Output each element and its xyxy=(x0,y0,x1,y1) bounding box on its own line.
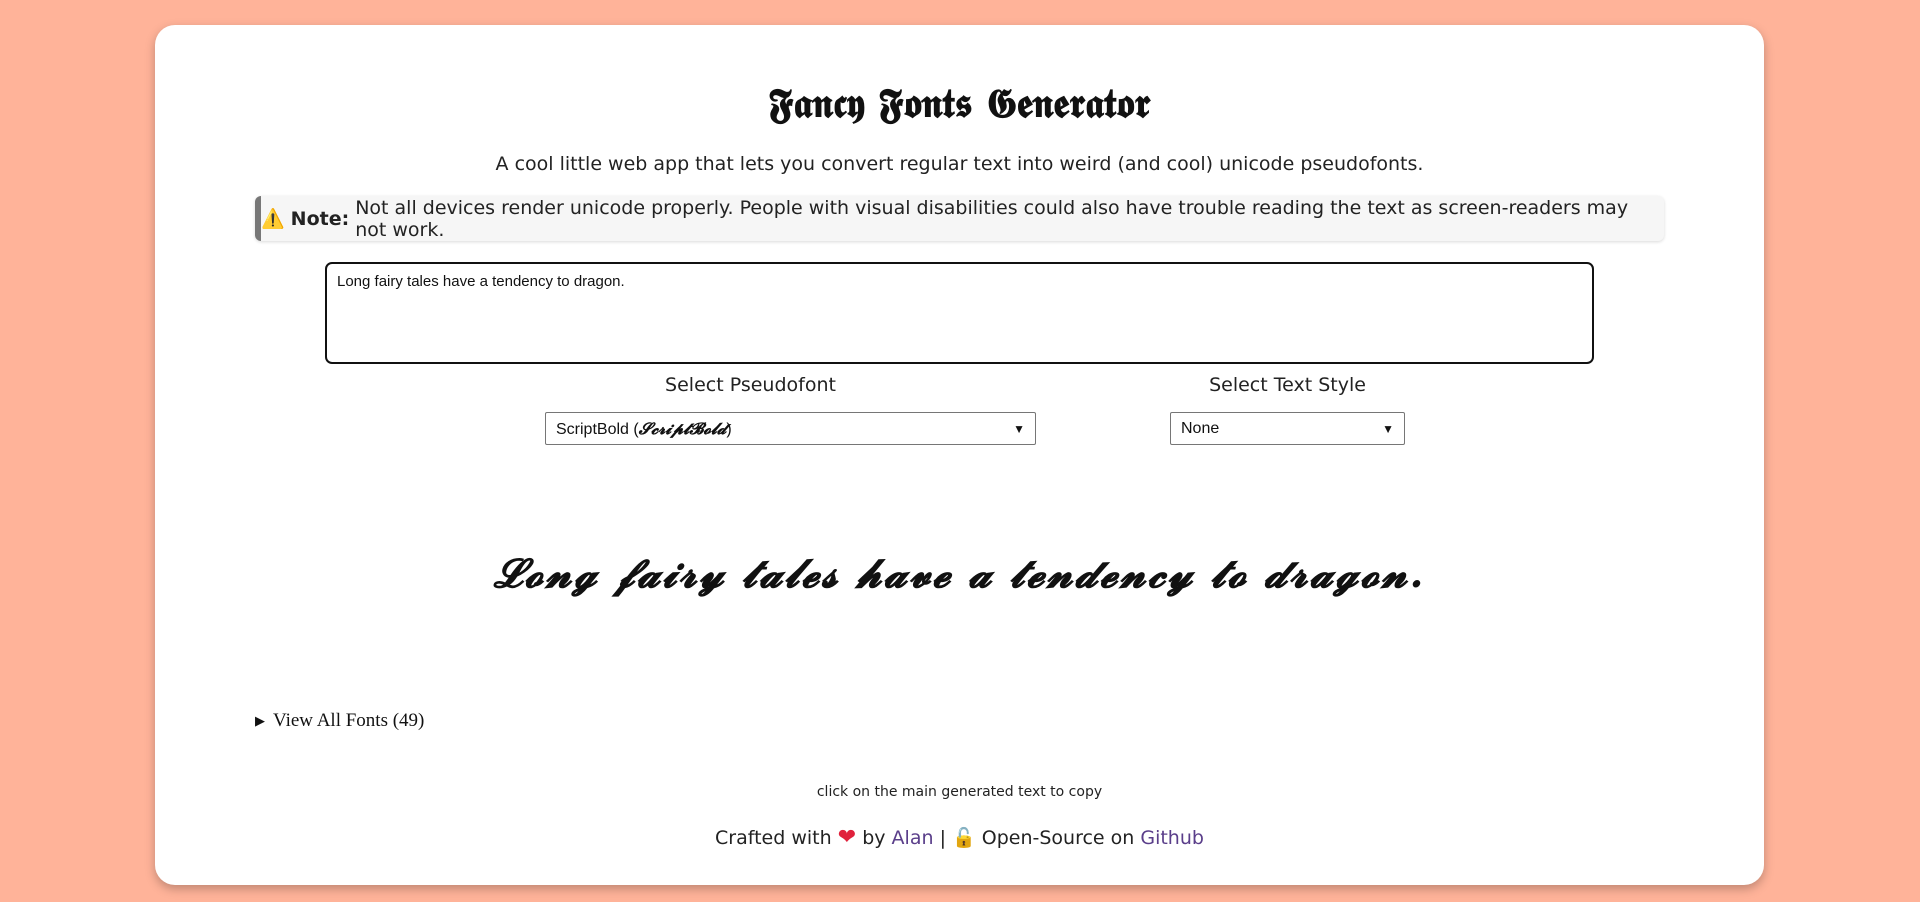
pseudofont-select[interactable]: ScriptBold (𝓢𝓬𝓻𝓲𝓹𝓽𝓑𝓸𝓵𝓭) ▼ xyxy=(545,412,1036,445)
text-input[interactable]: Long fairy tales have a tendency to drag… xyxy=(325,262,1594,364)
view-all-fonts-toggle[interactable]: ▶ View All Fonts (49) xyxy=(255,710,424,732)
text-style-selected-value: None xyxy=(1181,419,1220,437)
view-all-fonts-label: View All Fonts (49) xyxy=(273,710,425,731)
heart-icon: ❤ xyxy=(837,825,857,850)
pseudofont-label: Select Pseudofont xyxy=(665,374,836,396)
footer-by-text: by xyxy=(862,827,886,849)
warning-icon: ⚠️ xyxy=(261,208,285,230)
unlocked-lock-icon: 🔓 xyxy=(952,827,976,849)
page-title: 𝕱𝖆𝖓𝖈𝖞 𝕱𝖔𝖓𝖙𝖘 𝕲𝖊𝖓𝖊𝖗𝖆𝖙𝖔𝖗 xyxy=(768,80,1151,127)
github-link[interactable]: Github xyxy=(1140,827,1204,849)
pseudofont-selected-value: ScriptBold (𝓢𝓬𝓻𝓲𝓹𝓽𝓑𝓸𝓵𝓭) xyxy=(556,418,732,438)
footer-open-source-text: Open-Source on xyxy=(981,827,1135,849)
note-label: Note: xyxy=(290,207,350,230)
page-subtitle: A cool little web app that lets you conv… xyxy=(495,153,1424,175)
text-style-label: Select Text Style xyxy=(1209,374,1366,396)
author-link[interactable]: Alan xyxy=(892,827,934,849)
footer-separator: | xyxy=(939,827,946,849)
disclosure-triangle-icon: ▶ xyxy=(255,713,265,728)
chevron-down-icon: ▼ xyxy=(1382,421,1394,436)
note-text: Not all devices render unicode properly.… xyxy=(355,196,1629,241)
footer-crafted-text: Crafted with xyxy=(715,827,832,849)
footer: Crafted with ❤ by Alan | 🔓 Open-Source o… xyxy=(155,825,1764,850)
copy-hint: click on the main generated text to copy xyxy=(816,784,1103,800)
text-style-select[interactable]: None ▼ xyxy=(1170,412,1405,445)
main-card: 𝕱𝖆𝖓𝖈𝖞 𝕱𝖔𝖓𝖙𝖘 𝕲𝖊𝖓𝖊𝖗𝖆𝖙𝖔𝖗 A cool little web … xyxy=(155,25,1764,885)
note-banner: ⚠️ Note: Not all devices render unicode … xyxy=(255,196,1664,241)
chevron-down-icon: ▼ xyxy=(1013,421,1025,436)
generated-text[interactable]: 𝓛𝓸𝓷𝓰 𝓯𝓪𝓲𝓻𝔂 𝓽𝓪𝓵𝓮𝓼 𝓱𝓪𝓿𝓮 𝓪 𝓽𝓮𝓷𝓭𝓮𝓷𝓬𝔂 𝓽𝓸 𝓭𝓻𝓪𝓰… xyxy=(155,550,1764,597)
